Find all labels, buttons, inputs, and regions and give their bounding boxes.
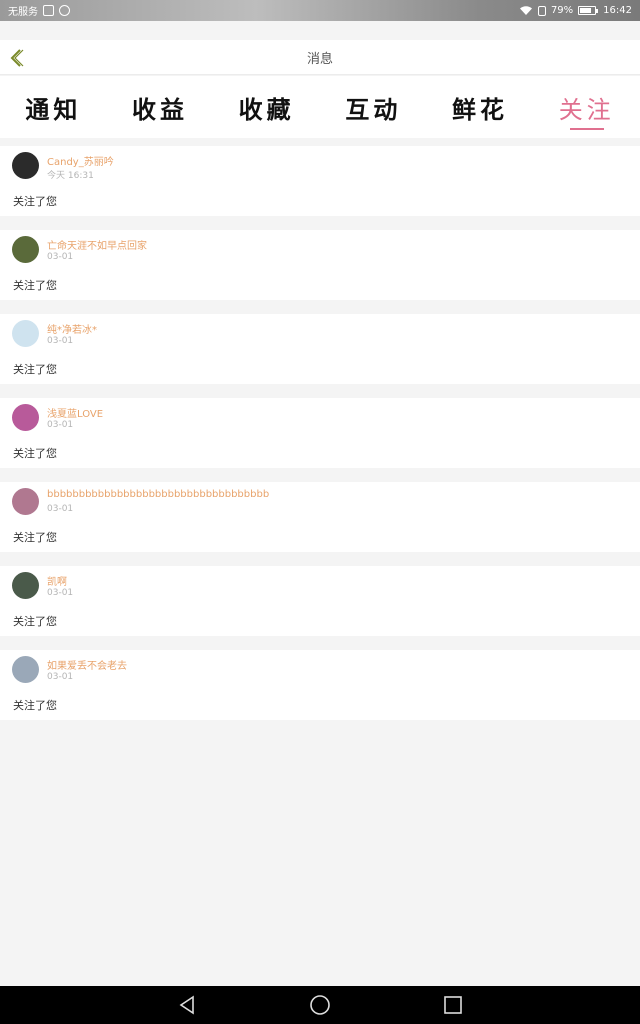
- recents-nav-icon[interactable]: [442, 994, 464, 1016]
- avatar[interactable]: [12, 236, 39, 263]
- user-name[interactable]: 凯啊: [47, 573, 67, 588]
- list-item[interactable]: 亡命天涯不如早点回家 03-01 关注了您: [0, 230, 640, 300]
- avatar[interactable]: [12, 320, 39, 347]
- avatar[interactable]: [12, 152, 39, 179]
- battery-percent: 79%: [550, 5, 574, 16]
- message-text: 关注了您: [13, 363, 57, 376]
- tab-4[interactable]: 鲜花: [427, 76, 534, 125]
- image-notification-icon: [43, 5, 54, 16]
- message-text: 关注了您: [13, 531, 57, 544]
- message-text: 关注了您: [13, 699, 57, 712]
- timestamp: 03-01: [47, 672, 74, 682]
- list-item[interactable]: 浅夏蓝LOVE 03-01 关注了您: [0, 398, 640, 468]
- avatar[interactable]: [12, 404, 39, 431]
- header-bar: 消息: [0, 40, 640, 75]
- tab-3[interactable]: 互动: [320, 76, 427, 125]
- message-text: 关注了您: [13, 195, 57, 208]
- list-item[interactable]: 如果爱丢不会老去 03-01 关注了您: [0, 650, 640, 720]
- user-name[interactable]: 纯*净若冰*: [47, 321, 97, 336]
- page-title: 消息: [306, 51, 333, 67]
- wifi-icon: [519, 6, 532, 15]
- timestamp: 03-01: [47, 504, 74, 514]
- back-arrow-icon[interactable]: [6, 46, 28, 70]
- list-item[interactable]: 凯啊 03-01 关注了您: [0, 566, 640, 636]
- user-name[interactable]: 亡命天涯不如早点回家: [47, 237, 147, 252]
- user-name[interactable]: Candy_苏丽吟: [47, 153, 114, 168]
- back-nav-icon[interactable]: [176, 994, 198, 1016]
- list-item[interactable]: bbbbbbbbbbbbbbbbbbbbbbbbbbbbbbbbbbb 03-01…: [0, 482, 640, 552]
- tab-2[interactable]: 收藏: [213, 76, 320, 125]
- battery-icon: [578, 6, 599, 15]
- system-nav-bar: [0, 986, 640, 1024]
- sim-icon: [537, 5, 546, 16]
- user-name[interactable]: bbbbbbbbbbbbbbbbbbbbbbbbbbbbbbbbbbb: [47, 489, 269, 500]
- avatar[interactable]: [12, 488, 39, 515]
- timestamp: 03-01: [47, 252, 74, 262]
- home-nav-icon[interactable]: [309, 994, 331, 1016]
- tab-1[interactable]: 收益: [107, 76, 214, 125]
- message-text: 关注了您: [13, 447, 57, 460]
- timestamp: 03-01: [47, 420, 74, 430]
- user-name[interactable]: 如果爱丢不会老去: [47, 657, 127, 672]
- clock: 16:42: [603, 5, 632, 16]
- message-text: 关注了您: [13, 615, 57, 628]
- timestamp: 今天 16:31: [47, 171, 94, 181]
- timestamp: 03-01: [47, 588, 74, 598]
- list-item[interactable]: Candy_苏丽吟今天 16:31 关注了您: [0, 146, 640, 216]
- tab-5[interactable]: 关注: [533, 76, 640, 125]
- carrier-text: 无服务: [8, 7, 38, 18]
- status-bar: 无服务 79% 16:42: [0, 0, 640, 21]
- tab-bar: 通知 收益 收藏 互动 鲜花 关注: [0, 76, 640, 138]
- timestamp: 03-01: [47, 336, 74, 346]
- avatar[interactable]: [12, 572, 39, 599]
- tab-0[interactable]: 通知: [0, 76, 107, 125]
- avatar[interactable]: [12, 656, 39, 683]
- list-item[interactable]: 纯*净若冰* 03-01 关注了您: [0, 314, 640, 384]
- message-text: 关注了您: [13, 279, 57, 292]
- user-name[interactable]: 浅夏蓝LOVE: [47, 405, 103, 420]
- follow-list: Candy_苏丽吟 今天 16:31 关注了您 亡命天涯不如早点回家 03-01 关注了您…: [0, 146, 640, 734]
- app-notification-icon: [59, 5, 70, 16]
